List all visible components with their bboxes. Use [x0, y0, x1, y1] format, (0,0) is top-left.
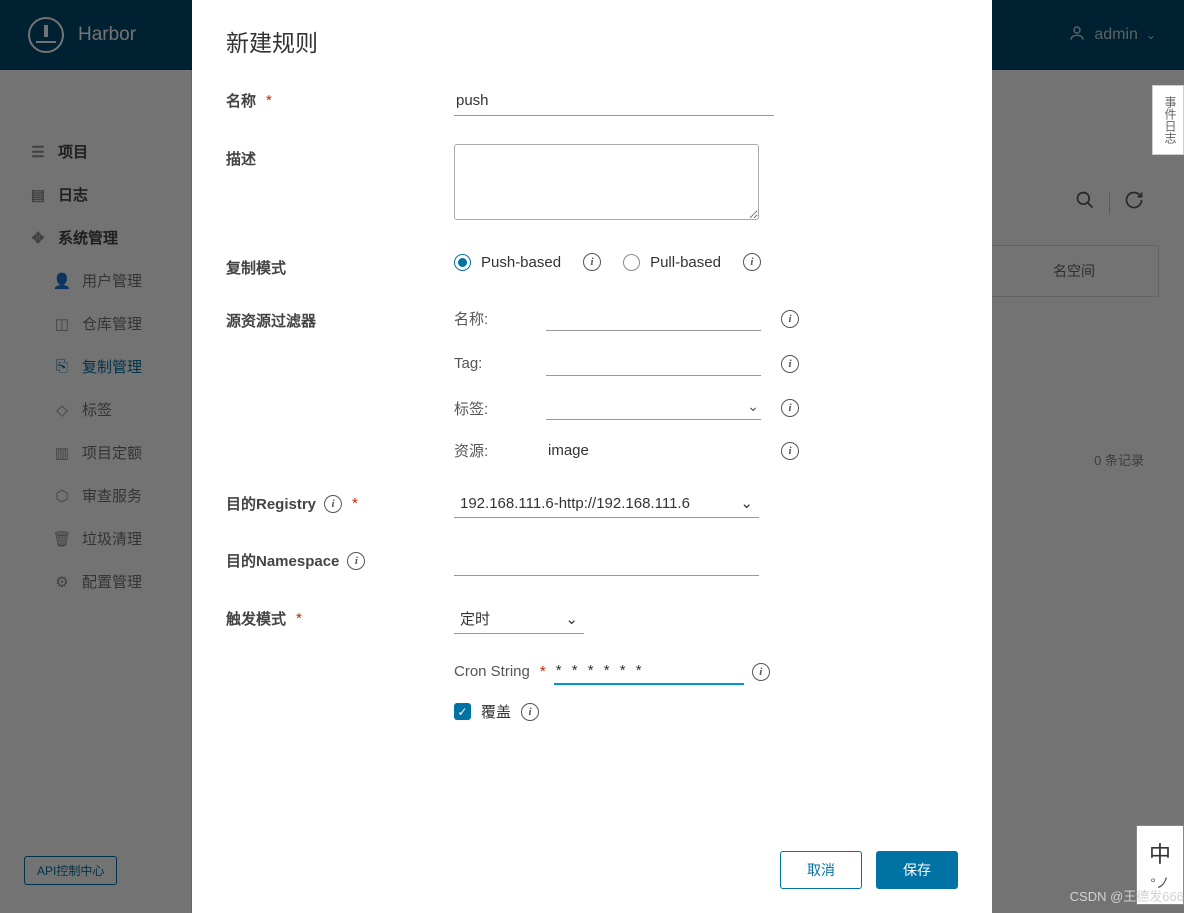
dialog-body: 名称 * 描述 复制模式 Push-based i: [192, 66, 992, 835]
label-description: 描述: [226, 144, 454, 169]
filter-name-label: 名称:: [454, 308, 526, 329]
watermark: CSDN @王德发666: [1070, 886, 1184, 905]
info-icon[interactable]: i: [324, 495, 342, 513]
filter-resource-label: 资源:: [454, 440, 526, 461]
cron-row: Cron String * i: [454, 658, 958, 685]
event-log-tab[interactable]: 事件日志: [1152, 85, 1184, 155]
info-icon[interactable]: i: [743, 253, 761, 271]
label-text: 目的Registry: [226, 493, 316, 514]
radio-push-option[interactable]: Push-based: [454, 254, 561, 271]
radio-pull-option[interactable]: Pull-based: [623, 254, 721, 271]
info-icon[interactable]: i: [347, 552, 365, 570]
trigger-mode-value: 定时: [460, 608, 490, 629]
radio-push: [454, 254, 471, 271]
filter-label-select[interactable]: ⌄: [546, 396, 761, 420]
info-icon[interactable]: i: [781, 355, 799, 373]
radio-pull-label: Pull-based: [650, 254, 721, 271]
label-text: 目的Namespace: [226, 550, 339, 571]
row-dest-registry: 目的Registry i * 192.168.111.6-http://192.…: [226, 489, 958, 518]
row-filters: 源资源过滤器 名称: i Tag: i 标签: ⌄ i: [226, 306, 958, 461]
filter-label-label: 标签:: [454, 398, 526, 419]
row-trigger: 触发模式 * 定时 ⌄ Cron String * i: [226, 604, 958, 685]
filter-tag-row: Tag: i: [454, 351, 958, 376]
required-mark: *: [296, 610, 302, 627]
row-dest-namespace: 目的Namespace i: [226, 546, 958, 576]
info-icon[interactable]: i: [781, 399, 799, 417]
dest-registry-select[interactable]: 192.168.111.6-http://192.168.111.6 ⌄: [454, 489, 759, 518]
row-mode: 复制模式 Push-based i Pull-based i: [226, 253, 958, 278]
row-override: ✓ 覆盖 i: [226, 701, 958, 722]
chevron-down-icon: ⌄: [565, 610, 578, 628]
save-button[interactable]: 保存: [876, 851, 958, 889]
row-description: 描述: [226, 144, 958, 225]
label-dest-registry: 目的Registry i *: [226, 489, 454, 514]
filter-resource-value: image: [546, 440, 761, 461]
cron-input[interactable]: [554, 658, 744, 685]
label-empty: [226, 701, 454, 705]
label-text: 触发模式: [226, 608, 286, 629]
info-icon[interactable]: i: [781, 442, 799, 460]
dialog-title: 新建规则: [192, 0, 992, 66]
dest-namespace-input[interactable]: [454, 546, 759, 576]
label-filters: 源资源过滤器: [226, 306, 454, 331]
required-mark: *: [540, 663, 546, 680]
info-icon[interactable]: i: [521, 703, 539, 721]
label-trigger: 触发模式 *: [226, 604, 454, 629]
chevron-down-icon: ⌄: [747, 398, 759, 415]
chevron-down-icon: ⌄: [740, 494, 753, 512]
description-input[interactable]: [454, 144, 759, 220]
info-icon[interactable]: i: [752, 663, 770, 681]
filter-label-row: 标签: ⌄ i: [454, 396, 958, 420]
ime-top: 中: [1149, 837, 1171, 869]
filter-tag-label: Tag:: [454, 355, 526, 372]
radio-push-label: Push-based: [481, 254, 561, 271]
cron-label: Cron String: [454, 663, 530, 680]
name-input[interactable]: [454, 86, 774, 116]
dialog-footer: 取消 保存: [192, 835, 992, 913]
label-name: 名称 *: [226, 86, 454, 111]
info-icon[interactable]: i: [781, 310, 799, 328]
required-mark: *: [352, 495, 358, 512]
label-dest-namespace: 目的Namespace i: [226, 546, 454, 571]
new-rule-dialog: 新建规则 名称 * 描述 复制模式 Push-based: [192, 0, 992, 913]
filter-name-row: 名称: i: [454, 306, 958, 331]
dest-registry-value: 192.168.111.6-http://192.168.111.6: [460, 495, 690, 512]
filter-tag-input[interactable]: [546, 351, 761, 376]
override-checkbox[interactable]: ✓: [454, 703, 471, 720]
cancel-button[interactable]: 取消: [780, 851, 862, 889]
info-icon[interactable]: i: [583, 253, 601, 271]
filter-resource-row: 资源: image i: [454, 440, 958, 461]
label-mode: 复制模式: [226, 253, 454, 278]
row-name: 名称 *: [226, 86, 958, 116]
radio-pull: [623, 254, 640, 271]
required-mark: *: [266, 92, 272, 109]
trigger-mode-select[interactable]: 定时 ⌄: [454, 604, 584, 634]
label-text: 名称: [226, 90, 256, 111]
override-label: 覆盖: [481, 701, 511, 722]
filter-name-input[interactable]: [546, 306, 761, 331]
